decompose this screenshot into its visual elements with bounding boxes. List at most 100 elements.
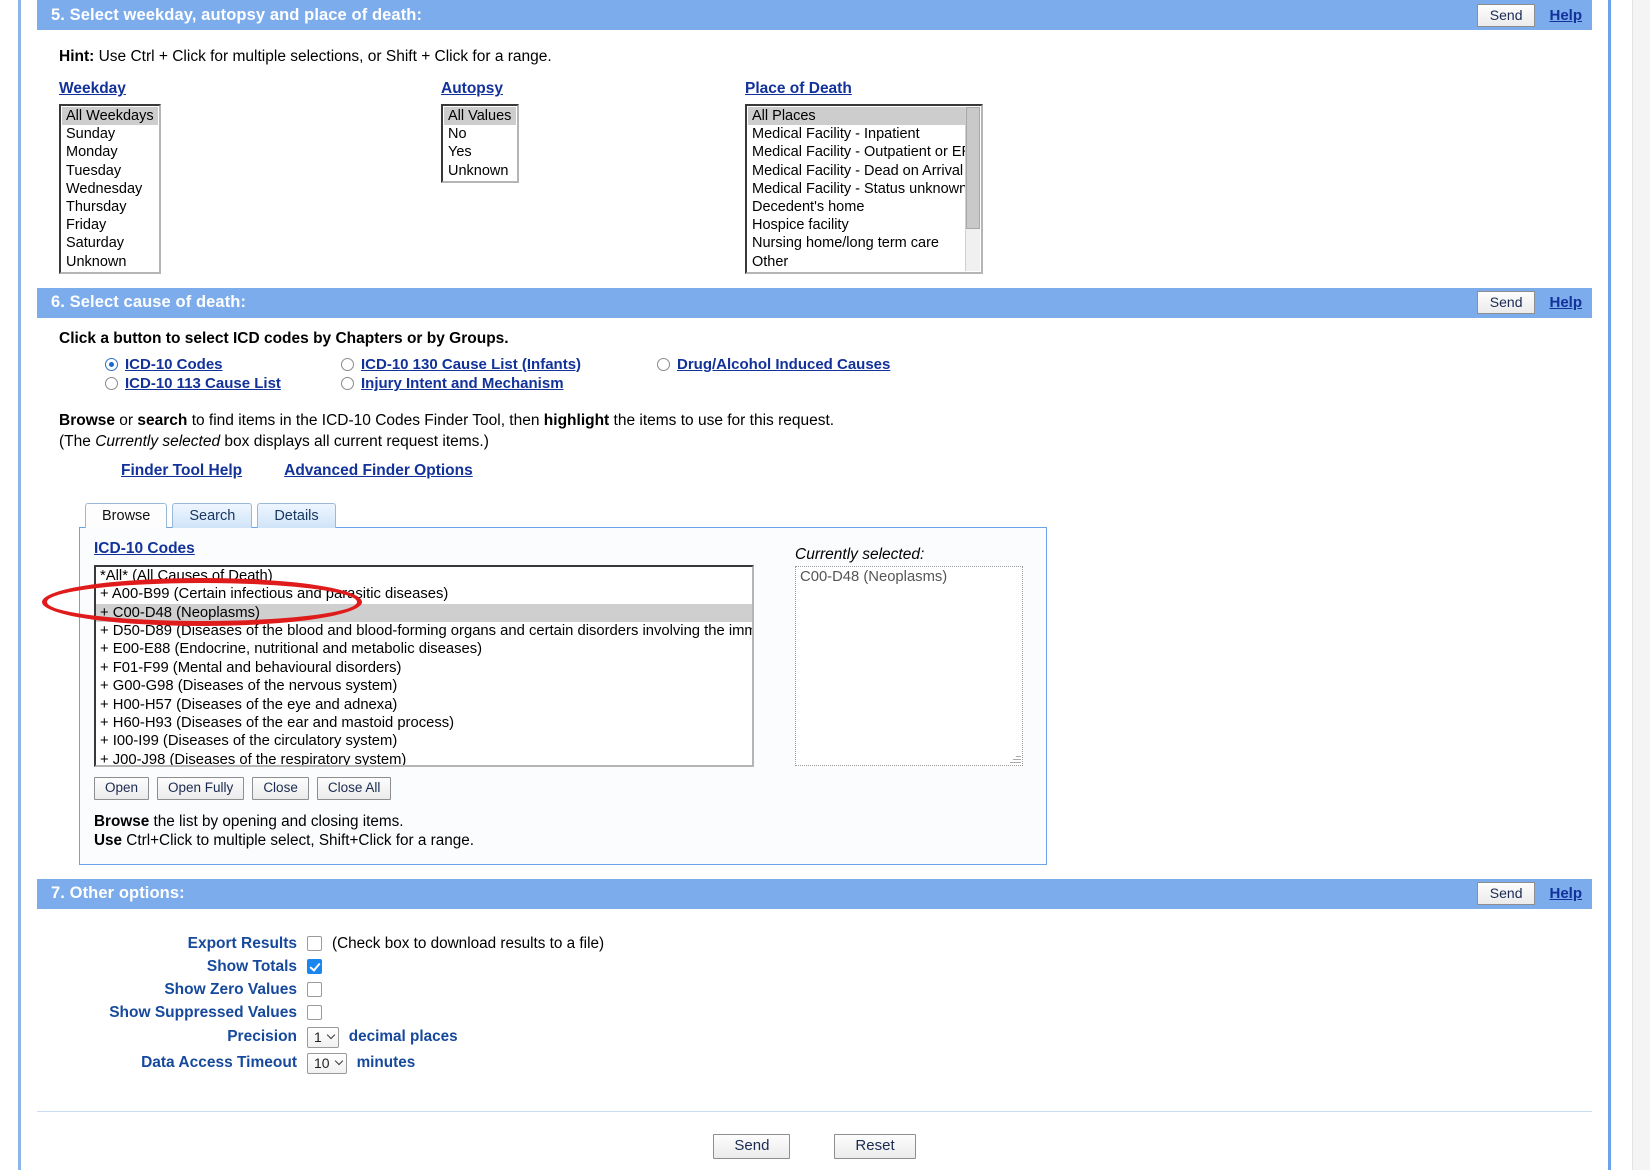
browse-search-paragraph: Browse or search to find items in the IC…: [59, 410, 1570, 452]
autopsy-option[interactable]: No: [444, 125, 516, 143]
place-of-death-listbox[interactable]: All Places Medical Facility - Inpatient Me…: [745, 104, 983, 274]
icd10-code-option[interactable]: + J00-J98 (Diseases of the respiratory s…: [96, 751, 752, 765]
advanced-finder-options-link[interactable]: Advanced Finder Options: [284, 462, 473, 480]
autopsy-column: Autopsy All Values No Yes Unknown: [441, 80, 745, 274]
section-7-title: 7. Other options:: [51, 884, 185, 903]
place-of-death-scrollbar[interactable]: [965, 107, 980, 271]
option-row: Show Zero Values: [59, 981, 1570, 999]
select-data-access-timeout[interactable]: 10: [307, 1052, 347, 1074]
radio-label[interactable]: ICD-10 113 Cause List: [125, 375, 281, 392]
radio-label[interactable]: ICD-10 130 Cause List (Infants): [361, 356, 581, 373]
radio-option-icd10-codes[interactable]: ICD-10 Codes: [105, 356, 341, 373]
weekday-option[interactable]: Wednesday: [62, 180, 158, 198]
section-5-hint-text: Use Ctrl + Click for multiple selections…: [94, 48, 552, 65]
place-of-death-option[interactable]: Medical Facility - Dead on Arrival: [748, 162, 980, 180]
radio-button-icon[interactable]: [341, 357, 354, 371]
place-of-death-option[interactable]: Decedent's home: [748, 198, 980, 216]
form-reset-button[interactable]: Reset: [834, 1133, 916, 1159]
radio-option-icd10-130-cause-list[interactable]: ICD-10 130 Cause List (Infants): [341, 356, 657, 373]
weekday-option[interactable]: Thursday: [62, 198, 158, 216]
section-5-title: 5. Select weekday, autopsy and place of …: [51, 5, 423, 24]
place-of-death-option[interactable]: Medical Facility - Status unknown: [748, 180, 980, 198]
icd10-code-listbox[interactable]: *All* (All Causes of Death) + A00-B99 (Ce…: [94, 564, 754, 767]
autopsy-option[interactable]: Unknown: [444, 162, 516, 180]
icd10-code-option[interactable]: *All* (All Causes of Death): [96, 567, 752, 585]
icd10-code-option[interactable]: + H00-H57 (Diseases of the eye and adnex…: [96, 696, 752, 714]
currently-selected-box[interactable]: C00-D48 (Neoplasms): [795, 565, 1024, 766]
checkbox-export-results[interactable]: [307, 936, 322, 952]
place-of-death-option[interactable]: Hospice facility: [748, 216, 980, 234]
radio-label[interactable]: Drug/Alcohol Induced Causes: [677, 356, 890, 373]
radio-button-icon[interactable]: [341, 376, 354, 390]
form-send-button[interactable]: Send: [713, 1133, 791, 1159]
radio-button-icon[interactable]: [657, 357, 670, 371]
autopsy-label-link[interactable]: Autopsy: [441, 80, 503, 97]
page-scrollbar-gutter[interactable]: [1632, 0, 1650, 1170]
weekday-option[interactable]: Monday: [62, 143, 158, 161]
icd10-code-option[interactable]: + F01-F99 (Mental and behavioural disord…: [96, 659, 752, 677]
section-6-header: 6. Select cause of death: Send Help: [37, 287, 1592, 318]
weekday-label-link[interactable]: Weekday: [59, 80, 126, 97]
autopsy-listbox[interactable]: All Values No Yes Unknown: [441, 104, 519, 183]
weekday-option[interactable]: Sunday: [62, 125, 158, 143]
finder-tab-browse[interactable]: Browse: [85, 502, 168, 528]
icd10-code-option[interactable]: + G00-G98 (Diseases of the nervous syste…: [96, 677, 752, 695]
radio-option-injury-intent-and-mechanism[interactable]: Injury Intent and Mechanism: [341, 375, 657, 392]
list-button-close[interactable]: Close: [252, 776, 309, 800]
weekday-option[interactable]: Unknown: [62, 253, 158, 271]
radio-button-icon[interactable]: [105, 357, 118, 371]
icd10-code-option[interactable]: + D50-D89 (Diseases of the blood and blo…: [96, 622, 752, 640]
place-of-death-label-link[interactable]: Place of Death: [745, 80, 852, 97]
weekday-option[interactable]: Tuesday: [62, 162, 158, 180]
list-button-open[interactable]: Open: [94, 776, 150, 800]
finder-tab-search[interactable]: Search: [172, 502, 253, 528]
radio-label[interactable]: Injury Intent and Mechanism: [361, 375, 564, 392]
icd10-codes-link[interactable]: ICD-10 Codes: [94, 540, 195, 557]
search-word: search: [137, 411, 188, 429]
weekday-option[interactable]: Friday: [62, 216, 158, 234]
icd10-code-option[interactable]: + A00-B99 (Certain infectious and parasi…: [96, 585, 752, 603]
place-of-death-option[interactable]: Nursing home/long term care: [748, 234, 980, 252]
place-of-death-scroll-thumb[interactable]: [966, 107, 980, 229]
list-button-close-all[interactable]: Close All: [316, 776, 392, 800]
weekday-option[interactable]: All Weekdays: [62, 107, 158, 126]
weekday-listbox[interactable]: All Weekdays Sunday Monday Tuesday Wednesday…: [59, 104, 161, 274]
checkbox-show-totals[interactable]: [307, 959, 322, 975]
icd10-code-option[interactable]: + I00-I99 (Diseases of the circulatory s…: [96, 732, 752, 750]
section-7-help-link[interactable]: Help: [1549, 885, 1582, 902]
place-of-death-option[interactable]: Medical Facility - Outpatient or ER: [748, 143, 980, 161]
autopsy-option[interactable]: Yes: [444, 143, 516, 161]
finder-tool-help-link[interactable]: Finder Tool Help: [121, 462, 242, 480]
place-of-death-option[interactable]: Medical Facility - Inpatient: [748, 125, 980, 143]
checkbox-show-zero-values[interactable]: [307, 982, 322, 998]
place-of-death-option[interactable]: All Places: [748, 107, 980, 126]
section-6-send-button[interactable]: Send: [1476, 291, 1536, 315]
weekday-option[interactable]: Saturday: [62, 234, 158, 252]
section-5-help-link[interactable]: Help: [1549, 7, 1582, 24]
icd10-code-option[interactable]: + H60-H93 (Diseases of the ear and masto…: [96, 714, 752, 732]
list-button-open-fully[interactable]: Open Fully: [157, 776, 245, 800]
section-7-send-button[interactable]: Send: [1476, 882, 1536, 906]
section-6-title: 6. Select cause of death:: [51, 293, 247, 312]
radio-option-drug-alcohol-induced-causes[interactable]: Drug/Alcohol Induced Causes: [657, 356, 890, 373]
place-of-death-option[interactable]: Other: [748, 253, 980, 271]
finder-tab-details[interactable]: Details: [257, 502, 336, 528]
option-label: Export Results: [187, 934, 297, 952]
section-6-help-link[interactable]: Help: [1549, 294, 1582, 311]
icd10-code-option[interactable]: + E00-E88 (Endocrine, nutritional and me…: [96, 640, 752, 658]
section-5-send-button[interactable]: Send: [1476, 3, 1536, 27]
option-label: Data Access Timeout: [141, 1054, 297, 1072]
radio-label[interactable]: ICD-10 Codes: [125, 356, 223, 373]
browse-sep-2: to find items in the ICD-10 Codes Finder…: [187, 411, 544, 429]
autopsy-heading: Autopsy: [441, 80, 745, 98]
browse-search-line-2: (The Currently selected box displays all…: [59, 431, 1570, 452]
browse-word: Browse: [59, 411, 115, 429]
checkbox-show-suppressed-values[interactable]: [307, 1005, 322, 1021]
resize-grip-icon[interactable]: [1009, 752, 1022, 764]
finder-browse-note-line-1: Browse the list by opening and closing i…: [94, 812, 781, 831]
autopsy-option[interactable]: All Values: [444, 107, 516, 126]
icd10-code-option[interactable]: + C00-D48 (Neoplasms): [96, 603, 752, 623]
radio-option-icd10-113-cause-list[interactable]: ICD-10 113 Cause List: [105, 375, 341, 392]
select-precision[interactable]: 1: [307, 1026, 339, 1048]
radio-button-icon[interactable]: [105, 376, 118, 390]
